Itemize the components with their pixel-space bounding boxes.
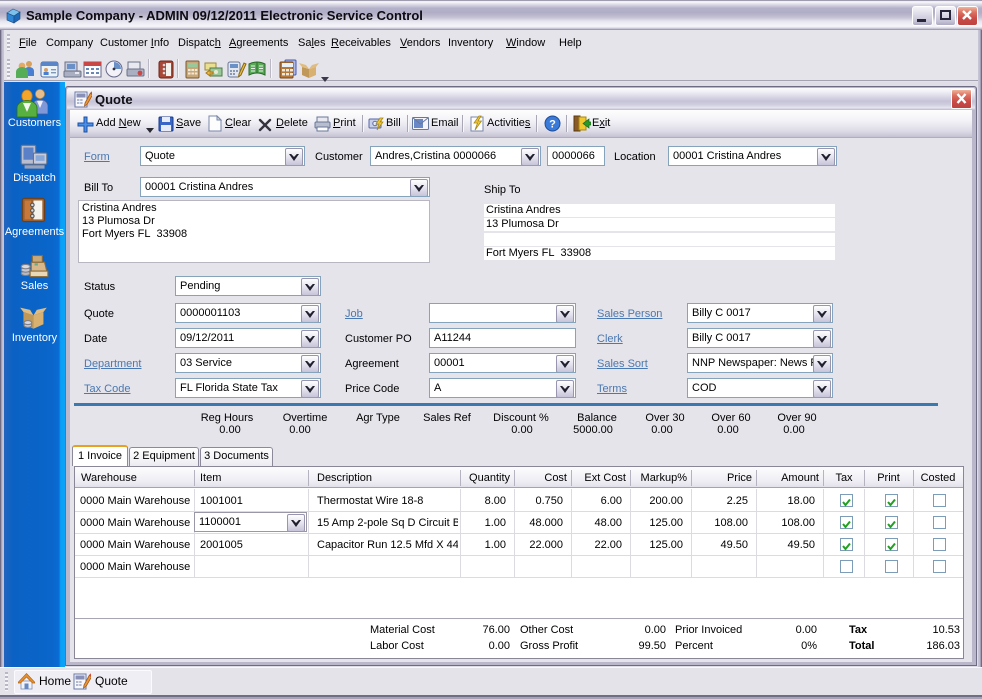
svg-text:?: ? <box>549 119 556 131</box>
